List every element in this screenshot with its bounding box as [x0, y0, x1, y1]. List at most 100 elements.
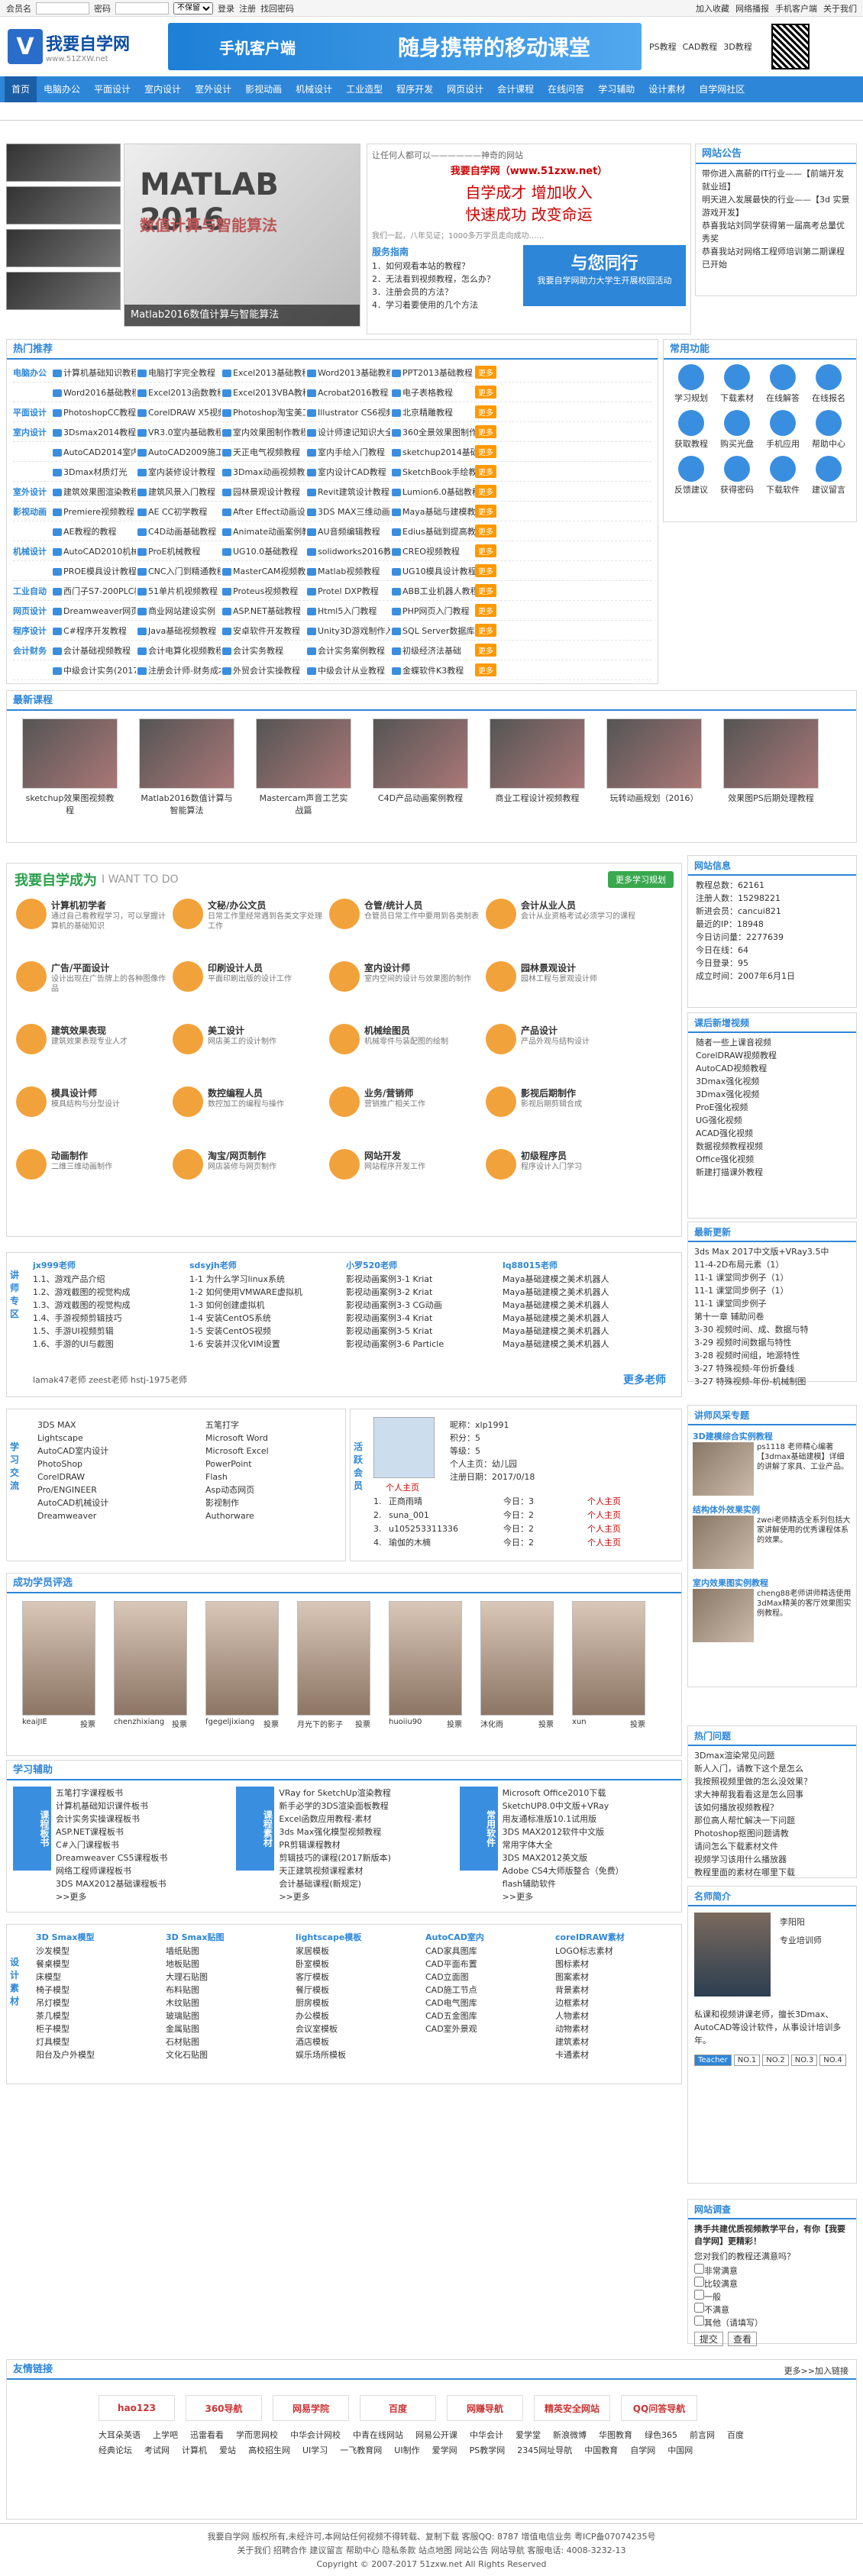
teacher-page-tab[interactable]: NO.1: [733, 2055, 761, 2066]
survey-option[interactable]: 一般: [694, 2290, 850, 2303]
faq-item[interactable]: 那位高人帮忙解决一下问题: [694, 1814, 850, 1827]
course-link[interactable]: Html5入门教程: [305, 605, 390, 617]
material-link[interactable]: 玻璃贴图: [166, 2009, 280, 2022]
vote-button[interactable]: 投票: [263, 1718, 279, 1729]
material-link[interactable]: 人物素材: [555, 2009, 670, 2022]
material-link[interactable]: CAD平面布置: [425, 1958, 540, 1971]
partner-logo[interactable]: 网赚导航: [447, 2395, 523, 2421]
course-link[interactable]: AU音频编辑教程: [305, 525, 390, 537]
member-avatar[interactable]: [373, 1417, 435, 1478]
news-item[interactable]: 11-1 课堂同步例子: [694, 1297, 850, 1310]
friend-link[interactable]: 中国网: [667, 2444, 693, 2456]
video-link[interactable]: 3Dmax强化视频: [696, 1088, 848, 1101]
teacher-page-tab[interactable]: NO.4: [819, 2055, 846, 2066]
course-link[interactable]: SQL Server数据库教程: [390, 625, 475, 637]
more-button[interactable]: 更多: [475, 366, 496, 379]
goal-card[interactable]: 网站开发 网站程序开发工作: [326, 1146, 483, 1209]
course-link[interactable]: 电子表格教程: [390, 386, 475, 399]
course-link[interactable]: 金蝶软件K3教程: [390, 664, 475, 676]
material-link[interactable]: 建筑素材: [555, 2035, 670, 2048]
course-link[interactable]: Acrobat2016教程: [305, 386, 390, 399]
rank-user[interactable]: suna_001: [389, 1509, 503, 1522]
course-link[interactable]: Matlab视频教程: [305, 565, 390, 577]
news-item[interactable]: 11-1 课堂同步例子（1）: [694, 1284, 850, 1297]
guide-item[interactable]: 3．注册会员的方法？: [372, 286, 517, 299]
header-banner[interactable]: 手机客户端 随身携带的移动课堂: [168, 23, 642, 70]
nav-item[interactable]: 首页: [5, 76, 37, 102]
material-link[interactable]: CAD家具图库: [425, 1945, 540, 1958]
stat-item[interactable]: 新进会员：cancui821: [696, 905, 848, 918]
tool-item[interactable]: 帮助中心: [806, 410, 852, 450]
vote-button[interactable]: 投票: [172, 1718, 187, 1729]
guide-item[interactable]: 4．学习着要使用的几个方法: [372, 299, 517, 312]
rank-link[interactable]: 个人主页: [587, 1509, 621, 1522]
top-link[interactable]: 手机客户端: [775, 2, 817, 15]
teacher-lesson[interactable]: 1.1、游戏产品介绍: [33, 1273, 182, 1286]
teacher-lesson[interactable]: 1-2 如何使用VMWARE虚拟机: [189, 1286, 338, 1299]
teacher-lesson[interactable]: Maya基础建模之美术机器人: [503, 1273, 651, 1286]
course-link[interactable]: 中级会计实务(2017): [51, 664, 136, 676]
more-button[interactable]: 更多: [475, 445, 496, 458]
nav-item[interactable]: 电脑办公: [37, 76, 87, 102]
course-link[interactable]: AutoCAD2010机械: [51, 545, 136, 557]
video-link[interactable]: AutoCAD视频教程: [696, 1062, 848, 1075]
student-card[interactable]: 月光下的影子 投票: [297, 1601, 370, 1729]
more-button[interactable]: 更多: [475, 465, 496, 478]
friend-link[interactable]: 网易公开课: [415, 2429, 457, 2441]
friend-link[interactable]: 考试网: [144, 2444, 170, 2456]
header-link[interactable]: PS教程: [649, 40, 677, 53]
exchange-link[interactable]: Asp动态网页: [205, 1483, 269, 1496]
material-link[interactable]: CAD电气图库: [425, 1997, 540, 2009]
course-link[interactable]: C4D动画基础教程: [136, 525, 221, 537]
friend-link[interactable]: 2345网址导航: [517, 2444, 572, 2456]
partner-logo[interactable]: 精英安全网站: [534, 2395, 610, 2421]
faq-item[interactable]: 3Dmax渲染常见问题: [694, 1749, 850, 1762]
tool-item[interactable]: 下载素材: [714, 364, 760, 404]
teacher-lesson[interactable]: Maya基础建模之美术机器人: [503, 1299, 651, 1312]
material-link[interactable]: 图案素材: [555, 1971, 670, 1984]
video-link[interactable]: ProE强化视频: [696, 1101, 848, 1114]
faq-item[interactable]: 新人入门，请教下这个是怎么: [694, 1762, 850, 1775]
member-info[interactable]: 个人主页：幼儿园: [450, 1457, 535, 1470]
password-input[interactable]: [115, 2, 169, 15]
teacher-lesson[interactable]: 1.3、游戏截图的视觉构成: [33, 1299, 182, 1312]
course-link[interactable]: 室内手绘入门教程: [305, 446, 390, 458]
material-link[interactable]: CAD施工节点: [425, 1984, 540, 1997]
course-link[interactable]: AE CC初学教程: [136, 505, 221, 518]
course-link[interactable]: SketchBook手绘教程: [390, 466, 475, 478]
teacher-lesson[interactable]: 1.6、手游的UI与截图: [33, 1338, 182, 1351]
goal-card[interactable]: 文秘/办公文员 日常工作里经常遇到各类文字处理工作: [170, 896, 326, 958]
exchange-link[interactable]: Flash: [205, 1470, 269, 1483]
exchange-link[interactable]: Lightscape: [37, 1432, 108, 1445]
friend-link[interactable]: UI学习: [302, 2444, 328, 2456]
partner-logo[interactable]: 百度: [360, 2395, 436, 2421]
member-info[interactable]: 昵称：xlp1991: [450, 1419, 535, 1432]
friend-link[interactable]: PS教学网: [470, 2444, 506, 2456]
material-link[interactable]: 娱乐场所模板: [296, 2048, 410, 2061]
friend-link[interactable]: 华图教育: [599, 2429, 632, 2441]
faq-item[interactable]: 该如何播放视频教程？: [694, 1801, 850, 1814]
partner-logo[interactable]: QQ问答导航: [621, 2395, 697, 2421]
goal-card[interactable]: 广告/平面设计 设计出现在广告牌上的各种图像作品: [13, 958, 170, 1021]
course-link[interactable]: 室内设计CAD教程: [305, 466, 390, 478]
course-link[interactable]: Illustrator CS6视频教程: [305, 406, 390, 418]
material-link[interactable]: CAD五金图库: [425, 2009, 540, 2022]
news-item[interactable]: 3-30 视频时间、成、数据与特: [694, 1323, 850, 1336]
course-link[interactable]: 会计实务教程: [221, 644, 305, 657]
course-link[interactable]: ASP.NET基础教程: [221, 605, 305, 617]
survey-checkbox[interactable]: [694, 2277, 704, 2287]
friend-link[interactable]: 学而思网校: [236, 2429, 278, 2441]
friend-link[interactable]: 绿色365: [645, 2429, 677, 2441]
header-link[interactable]: CAD教程: [683, 40, 718, 53]
course-link[interactable]: Maya基础与建模教程: [390, 505, 475, 518]
stat-item[interactable]: 最近的IP：18948: [696, 918, 848, 931]
forget-link[interactable]: 找回密码: [260, 2, 294, 15]
goal-card[interactable]: 印刷设计人员 平面印刷出版的设计工作: [170, 958, 326, 1021]
teacher-lesson[interactable]: Maya基础建模之美术机器人: [503, 1325, 651, 1338]
vote-button[interactable]: 投票: [447, 1718, 462, 1729]
teacher-lesson[interactable]: 1-1 为什么学习linux系统: [189, 1273, 338, 1286]
course-link[interactable]: PhotoshopCC教程: [51, 406, 136, 418]
rank-link[interactable]: 个人主页: [587, 1495, 621, 1509]
aid-link[interactable]: 新手必学的3DS渲染面板教程: [279, 1800, 391, 1813]
goal-card[interactable]: 会计从业人员 会计从业资格考试必须学习的课程: [483, 896, 639, 958]
